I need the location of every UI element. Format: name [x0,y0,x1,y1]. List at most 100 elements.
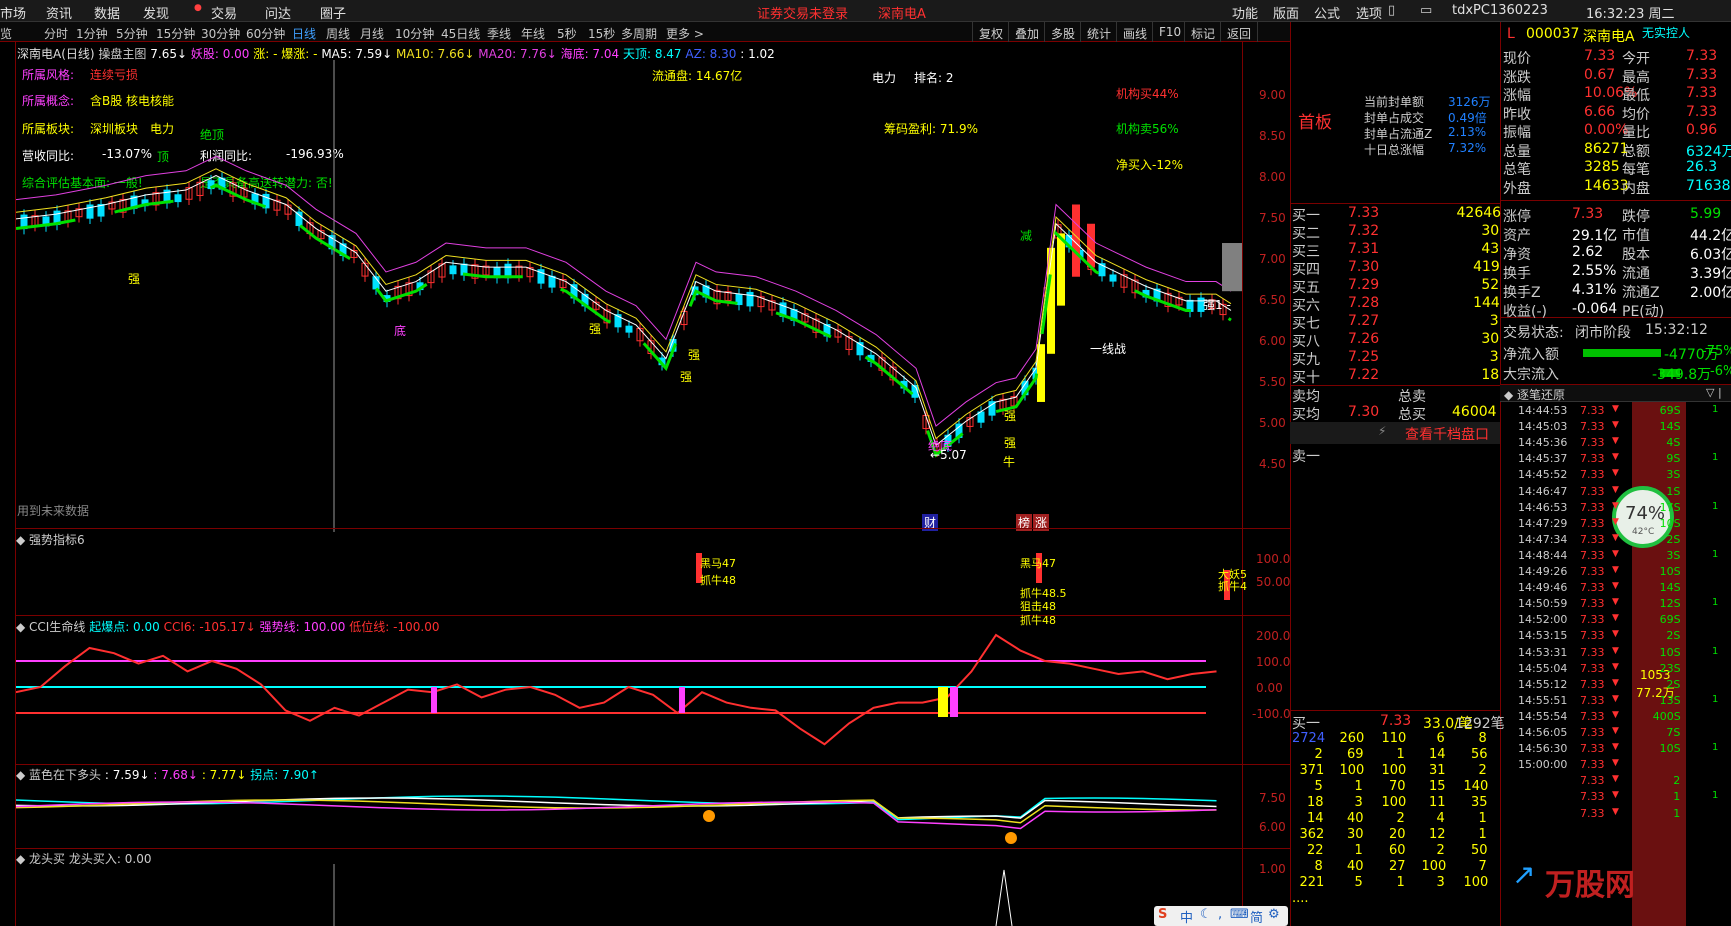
menu-item-options[interactable]: 选项 [1356,3,1382,22]
menu-item-function[interactable]: 功能 [1232,3,1258,22]
ind1-label-0: 黑马47 [700,557,736,570]
stat-label2-5: PE(动) [1622,304,1665,320]
quote-value2-3: 7.33 [1686,103,1718,120]
filter-icon[interactable]: ▽ | [1706,386,1722,399]
toolbar-back[interactable]: 返回 [1220,22,1259,42]
dragon-spike [995,869,1013,926]
tick-title[interactable]: ◆ 逐笔还原 [1504,386,1565,403]
period-tab-7[interactable]: 周线 [326,25,350,42]
phone-icon[interactable]: ▯ [1388,3,1395,18]
menu-item-formula[interactable]: 公式 [1314,3,1340,22]
menu-item-market[interactable]: 市场 [0,3,26,22]
period-tab-3[interactable]: 15分钟 [156,25,195,42]
queue-cell-0-3: 6 [1436,731,1445,746]
candle-body-39 [449,265,457,275]
message-icon[interactable]: ▭ [1420,3,1432,18]
toolbar-stats[interactable]: 统计 [1080,22,1117,42]
menu-item-discover[interactable]: 发现 [143,3,169,22]
ask1-label: 卖一 [1292,449,1320,465]
queue-cell-9-1: 5 [1354,875,1363,890]
quote-label2-1: 最高 [1622,69,1650,86]
toolbar-f10[interactable]: F10 [1152,22,1187,42]
period-tab-15[interactable]: 多周期 [621,25,657,42]
quote-label2-3: 均价 [1622,106,1650,123]
tick-time-13: 14:52:00 [1518,613,1568,627]
quote-label2-5: 总额 [1622,143,1650,160]
menu-item-layout[interactable]: 版面 [1273,3,1299,22]
period-tab-9[interactable]: 10分钟 [395,25,434,42]
tick-volume-3: 9S [1666,452,1681,466]
toolbar-mark[interactable]: 标记 [1184,22,1221,42]
period-tab-10[interactable]: 45日线 [441,25,480,42]
menu-item-trade[interactable]: 交易 [211,3,237,22]
ind4-chart[interactable] [16,864,1242,926]
menu-item-ask[interactable]: 问达 [265,3,291,22]
ind2-chart[interactable] [16,632,1242,764]
queue-cell-6-0: 362 [1299,827,1325,842]
bid-price-5: 7.28 [1348,295,1380,311]
moon-icon[interactable]: ☾ [1200,907,1212,922]
stats-top-divider [1500,200,1731,201]
toolbar-draw[interactable]: 画线 [1116,22,1153,42]
period-tab-8[interactable]: 月线 [360,25,384,42]
bid-price-1: 7.32 [1348,223,1380,239]
ma10-value: MA10: 7.66↓ [395,47,475,61]
seal-value-3: 7.32% [1448,141,1487,155]
period-tab-5[interactable]: 60分钟 [246,25,285,42]
sky-top-value: 天顶: 8.47 [622,47,682,61]
comma-icon[interactable]: , [1218,907,1222,922]
ind1-axis-1: 50.00 [1256,575,1291,589]
period-tab-0[interactable]: 分时 [44,25,68,42]
ind1-chart[interactable] [16,545,1242,615]
menu-item-circle[interactable]: 圈子 [320,3,346,22]
status-label: 交易状态: [1503,325,1564,341]
keyboard-icon[interactable]: ⌨ [1230,907,1249,922]
period-tab-daily[interactable]: 日线 [292,25,316,42]
tick-volume-8: 2S [1666,532,1681,546]
queue-cell-0-2: 110 [1381,731,1407,746]
ime-lang[interactable]: 中 [1180,907,1193,926]
period-tab-13[interactable]: 5秒 [557,25,577,42]
tick-arrow-icon-13: ▼ [1612,613,1619,624]
period-tab-more[interactable]: 更多 > [666,25,704,42]
login-status[interactable]: 证券交易未登录 [757,3,848,22]
tick-time-20: 14:56:05 [1518,726,1568,739]
quote-divider-2 [1500,22,1501,926]
ind3-chart[interactable] [16,780,1242,848]
queue-cell-0-1: 260 [1339,731,1365,746]
tick-volume-1: 14S [1659,420,1681,434]
tick-time-19: 14:55:54 [1518,709,1568,723]
period-tab-1[interactable]: 1分钟 [76,25,108,42]
tick-time-12: 14:50:59 [1518,597,1568,611]
toolbar-multi[interactable]: 多股 [1044,22,1081,42]
bull-mark: 牛 [1003,455,1016,469]
tick-title-text: 逐笔还原 [1517,388,1566,402]
quote-value2-1: 7.33 [1686,66,1718,83]
avg-buy-value: 7.30 [1348,404,1380,420]
period-tab-14[interactable]: 15秒 [588,25,615,42]
main-formula[interactable]: 操盘主图 [98,47,146,61]
tick-volume-21: 10S [1659,742,1681,756]
period-tab-12[interactable]: 年线 [521,25,545,42]
tick-ratio-6: 1 [1712,500,1719,512]
candle-body-48 [548,275,556,288]
price-axis-3: 7.50 [1259,211,1286,225]
toolbar-adjust[interactable]: 复权 [972,22,1009,42]
period-tab-4[interactable]: 30分钟 [201,25,240,42]
period-tab-2[interactable]: 5分钟 [116,25,148,42]
panel-divider-4 [15,848,1290,849]
queue-cell-0-0: 2724 [1292,731,1326,746]
quote-label-7: 外盘 [1503,180,1531,197]
b1-count: 1292笔 [1455,716,1505,732]
period-tab-11[interactable]: 季线 [487,25,511,42]
queue-cell-4-1: 3 [1354,795,1363,810]
menu-item-news[interactable]: 资讯 [46,3,72,22]
menu-item-data[interactable]: 数据 [94,3,120,22]
settings-gear-icon[interactable]: ⚙ [1268,907,1280,922]
toolbar-overlay[interactable]: 叠加 [1008,22,1045,42]
strong-mark-3: 强 [688,348,701,362]
tick-ratio-12: 1 [1712,597,1719,609]
ime-simple[interactable]: 简 [1250,907,1263,926]
thousand-book-link[interactable]: 查看千档盘口 [1405,424,1489,444]
bid-price-3: 7.30 [1348,259,1380,275]
